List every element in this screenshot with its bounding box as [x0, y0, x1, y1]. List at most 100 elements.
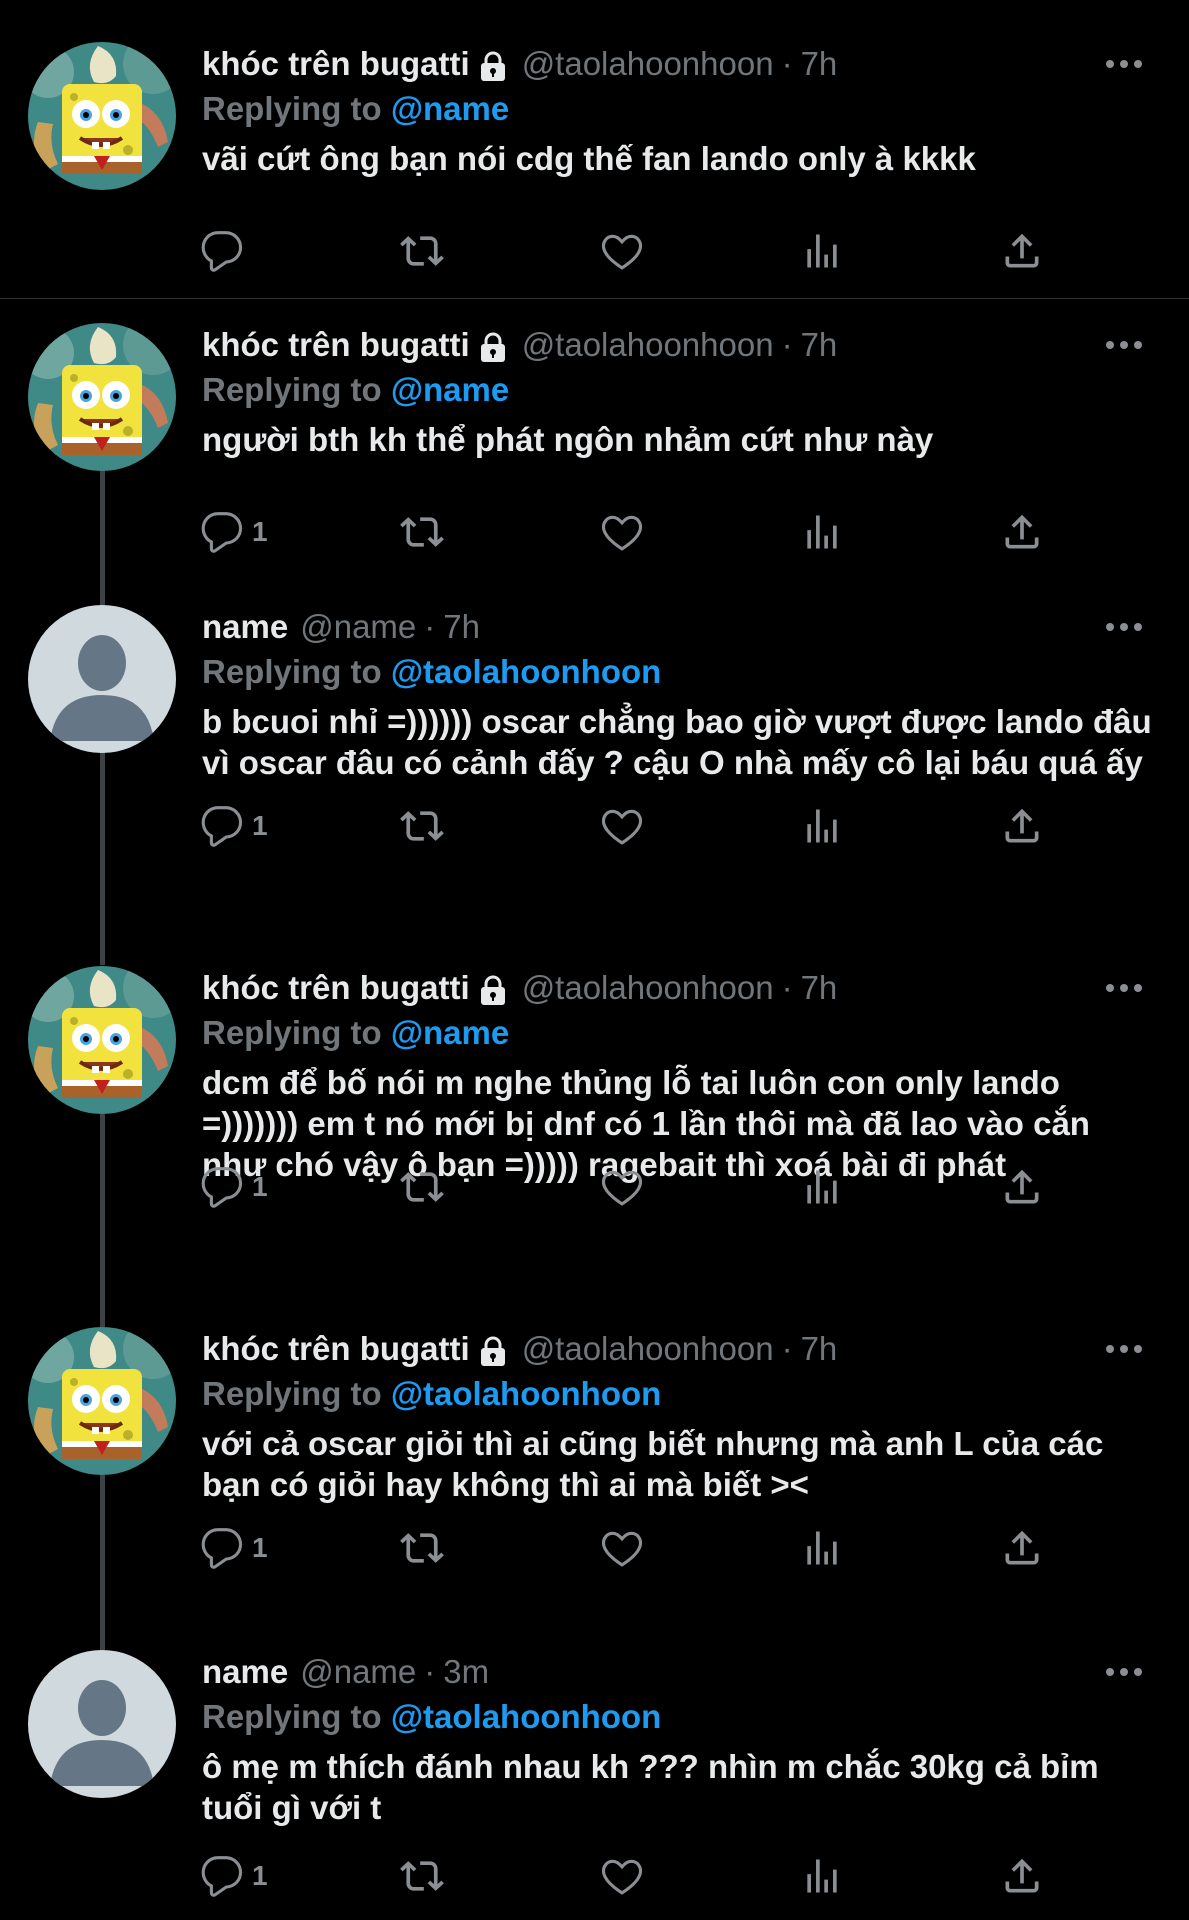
- replying-to: Replying to @taolahoonhoon: [202, 649, 1159, 695]
- share-icon[interactable]: [1000, 801, 1044, 851]
- timestamp[interactable]: 3m: [443, 1653, 489, 1691]
- separator-dot: ·: [781, 326, 793, 363]
- spongebob-avatar[interactable]: [28, 966, 176, 1114]
- replying-to: Replying to @taolahoonhoon: [202, 1371, 1159, 1417]
- more-options-icon[interactable]: [1099, 605, 1149, 649]
- mention-link[interactable]: @taolahoonhoon: [391, 1375, 661, 1412]
- views-icon[interactable]: [800, 226, 844, 276]
- display-name[interactable]: name: [202, 1653, 288, 1691]
- display-name[interactable]: name: [202, 608, 288, 646]
- reply-count: 1: [252, 1532, 268, 1563]
- replying-to-label: Replying to: [202, 653, 382, 690]
- replying-to: Replying to @name: [202, 367, 1159, 413]
- mention-link[interactable]: @name: [391, 371, 509, 408]
- default-avatar[interactable]: [28, 605, 176, 753]
- lock-icon: [470, 326, 510, 364]
- replying-to: Replying to @name: [202, 1010, 1159, 1056]
- reply-thread: khóc trên bugatti @taolahoonhoon · 7h Re…: [0, 0, 1189, 1920]
- reply-icon[interactable]: 1: [200, 1851, 268, 1901]
- tweet-actions: 1: [0, 1162, 1189, 1212]
- mention-link[interactable]: @taolahoonhoon: [391, 1698, 661, 1735]
- retweet-icon[interactable]: [400, 507, 444, 557]
- separator-dot: ·: [781, 1330, 793, 1367]
- views-icon[interactable]: [800, 1851, 844, 1901]
- share-icon[interactable]: [1000, 226, 1044, 276]
- share-icon[interactable]: [1000, 1851, 1044, 1901]
- like-icon[interactable]: [600, 507, 644, 557]
- replying-to-label: Replying to: [202, 1698, 382, 1735]
- replying-to-label: Replying to: [202, 1014, 382, 1051]
- retweet-icon[interactable]: [400, 801, 444, 851]
- timestamp[interactable]: 7h: [801, 326, 838, 364]
- separator-dot: ·: [781, 45, 793, 82]
- tweet-header: khóc trên bugatti @taolahoonhoon · 7h: [202, 966, 1159, 1010]
- timestamp[interactable]: 7h: [443, 608, 480, 646]
- timestamp[interactable]: 7h: [801, 1330, 838, 1368]
- display-name[interactable]: khóc trên bugatti: [202, 1330, 470, 1368]
- tweet-actions: 1: [0, 1523, 1189, 1573]
- retweet-icon[interactable]: [400, 1851, 444, 1901]
- mention-link[interactable]: @taolahoonhoon: [391, 653, 661, 690]
- tweet-text: b bcuoi nhỉ =)))))) oscar chẳng bao giờ …: [202, 703, 1161, 781]
- tweet-text: người bth kh thể phát ngôn nhảm cứt như …: [202, 421, 934, 458]
- reply-count: 1: [252, 516, 268, 547]
- retweet-icon[interactable]: [400, 1162, 444, 1212]
- views-icon[interactable]: [800, 801, 844, 851]
- replying-to: Replying to @taolahoonhoon: [202, 1694, 1159, 1740]
- more-options-icon[interactable]: [1099, 42, 1149, 86]
- display-name[interactable]: khóc trên bugatti: [202, 969, 470, 1007]
- user-handle[interactable]: @taolahoonhoon: [522, 969, 774, 1007]
- default-avatar[interactable]: [28, 1650, 176, 1798]
- more-options-icon[interactable]: [1099, 966, 1149, 1010]
- user-handle[interactable]: @taolahoonhoon: [522, 1330, 774, 1368]
- views-icon[interactable]: [800, 507, 844, 557]
- timestamp[interactable]: 7h: [801, 45, 838, 83]
- spongebob-avatar[interactable]: [28, 42, 176, 190]
- reply-count: 1: [252, 810, 268, 841]
- retweet-icon[interactable]: [400, 1523, 444, 1573]
- spongebob-avatar[interactable]: [28, 323, 176, 471]
- tweet-header: khóc trên bugatti @taolahoonhoon · 7h: [202, 42, 1159, 86]
- views-icon[interactable]: [800, 1523, 844, 1573]
- reply-icon[interactable]: 1: [200, 1523, 268, 1573]
- more-options-icon[interactable]: [1099, 1327, 1149, 1371]
- like-icon[interactable]: [600, 801, 644, 851]
- reply-icon[interactable]: 1: [200, 1162, 268, 1212]
- user-handle[interactable]: @name: [300, 1653, 416, 1691]
- like-icon[interactable]: [600, 1162, 644, 1212]
- like-icon[interactable]: [600, 226, 644, 276]
- share-icon[interactable]: [1000, 1523, 1044, 1573]
- tweet-actions: 1: [0, 1851, 1189, 1901]
- lock-icon: [470, 45, 510, 83]
- separator-dot: ·: [424, 1653, 436, 1690]
- mention-link[interactable]: @name: [391, 1014, 509, 1051]
- user-handle[interactable]: @name: [300, 608, 416, 646]
- views-icon[interactable]: [800, 1162, 844, 1212]
- user-handle[interactable]: @taolahoonhoon: [522, 45, 774, 83]
- mention-link[interactable]: @name: [391, 90, 509, 127]
- like-icon[interactable]: [600, 1851, 644, 1901]
- replying-to-label: Replying to: [202, 1375, 382, 1412]
- reply-icon[interactable]: 1: [200, 801, 268, 851]
- share-icon[interactable]: [1000, 507, 1044, 557]
- reply-count: 1: [252, 1860, 268, 1891]
- more-options-icon[interactable]: [1099, 323, 1149, 367]
- replying-to-label: Replying to: [202, 371, 382, 408]
- display-name[interactable]: khóc trên bugatti: [202, 326, 470, 364]
- more-options-icon[interactable]: [1099, 1650, 1149, 1694]
- tweet-header: name @name · 3m: [202, 1650, 1159, 1694]
- lock-icon: [470, 1330, 510, 1368]
- like-icon[interactable]: [600, 1523, 644, 1573]
- tweet-header: khóc trên bugatti @taolahoonhoon · 7h: [202, 323, 1159, 367]
- reply-icon[interactable]: [200, 226, 244, 276]
- spongebob-avatar[interactable]: [28, 1327, 176, 1475]
- share-icon[interactable]: [1000, 1162, 1044, 1212]
- display-name[interactable]: khóc trên bugatti: [202, 45, 470, 83]
- divider: [0, 298, 1189, 299]
- reply-icon[interactable]: 1: [200, 507, 268, 557]
- thread-line: [100, 1114, 105, 1327]
- retweet-icon[interactable]: [400, 226, 444, 276]
- user-handle[interactable]: @taolahoonhoon: [522, 326, 774, 364]
- tweet-actions: 1: [0, 801, 1189, 851]
- timestamp[interactable]: 7h: [801, 969, 838, 1007]
